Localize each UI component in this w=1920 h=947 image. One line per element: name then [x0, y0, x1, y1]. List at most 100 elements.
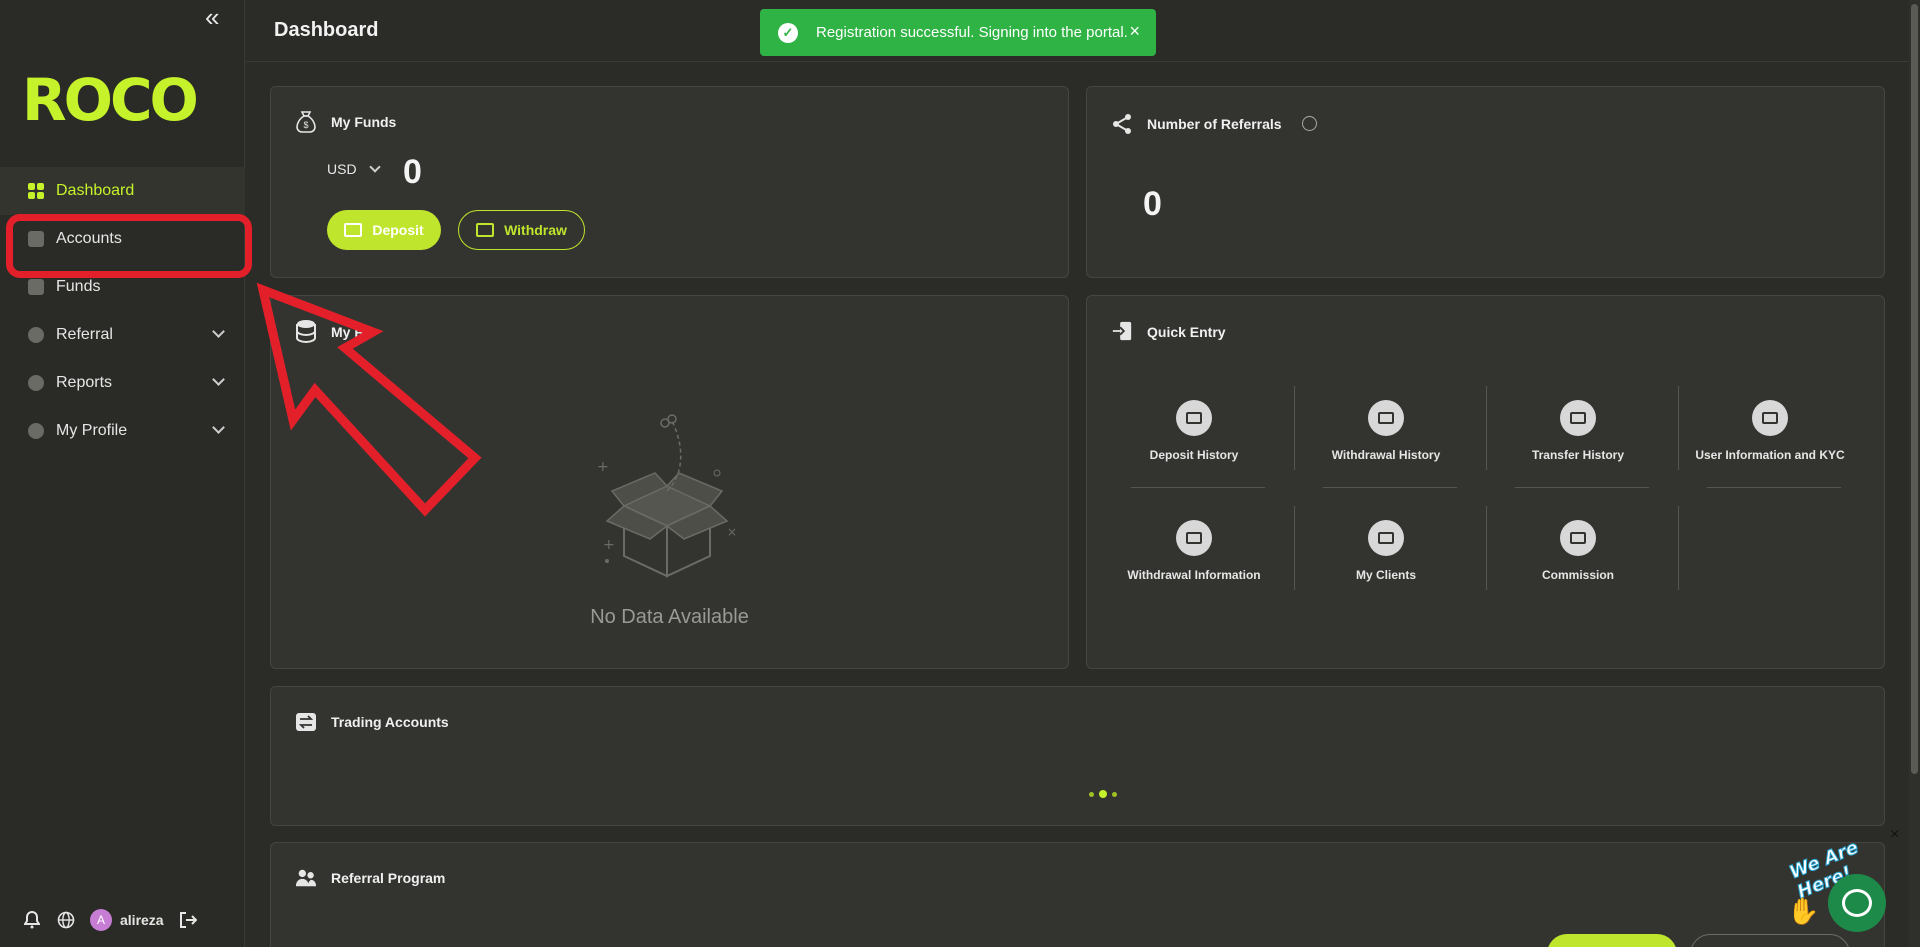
withdraw-icon: [476, 223, 495, 237]
logo: ROCO: [22, 66, 199, 134]
quick-entry-commission[interactable]: Commission: [1483, 520, 1673, 582]
chevron-down-icon: [212, 373, 225, 386]
grid-icon: [28, 183, 44, 199]
referral-icon: [28, 327, 44, 343]
svg-text:$: $: [303, 120, 308, 130]
clients-icon: [1368, 520, 1404, 556]
username: alireza: [120, 912, 164, 928]
chat-bubble-icon: [1842, 889, 1872, 917]
check-icon: ✓: [778, 22, 798, 43]
withdraw-button[interactable]: Withdraw: [458, 210, 585, 250]
sidebar-item-label: Dashboard: [56, 182, 135, 199]
quick-entry-label: User Information and KYC: [1695, 448, 1845, 462]
logout-icon[interactable]: [178, 910, 198, 930]
quick-entry-label: Withdrawal Information: [1127, 568, 1261, 582]
quick-entry-label: Deposit History: [1149, 448, 1239, 462]
referral-count: 0: [1143, 185, 1162, 223]
chat-button[interactable]: [1828, 874, 1886, 932]
avatar[interactable]: A: [90, 909, 112, 931]
referrals-card: Number of Referrals 0: [1086, 86, 1885, 278]
deposit-button[interactable]: Deposit: [327, 210, 441, 250]
sidebar-item-label: Reports: [56, 374, 113, 391]
sidebar-item-label: Funds: [56, 278, 101, 295]
divider: [1486, 386, 1487, 470]
wallet-icon: [28, 279, 44, 295]
highlight-annotation: [6, 214, 252, 278]
quick-entry-my-clients[interactable]: My Clients: [1291, 520, 1481, 582]
users-icon: [295, 867, 317, 889]
quick-entry-user-information-kyc[interactable]: User Information and KYC: [1675, 400, 1865, 462]
sidebar-nav: Dashboard Accounts Funds Referral Report…: [0, 167, 245, 455]
quick-entry-label: My Clients: [1355, 568, 1416, 582]
deposit-history-icon: [1176, 400, 1212, 436]
waving-hand-icon: ✋: [1787, 896, 1820, 926]
quick-entry-withdrawal-information[interactable]: Withdrawal Information: [1099, 520, 1289, 582]
balance-value: 0: [403, 153, 422, 191]
transfer-history-icon: [1560, 400, 1596, 436]
collapse-sidebar-button[interactable]: «: [205, 4, 231, 30]
chevron-down-icon: [212, 325, 225, 338]
page-header: Dashboard ✓ Registration successful. Sig…: [246, 0, 1909, 62]
svg-text:×: ×: [727, 525, 737, 539]
commission-icon: [1560, 520, 1596, 556]
quick-entry-label: Withdrawal History: [1331, 448, 1441, 462]
bell-icon[interactable]: [22, 910, 42, 930]
quick-entry-card: Quick Entry Deposit History Withdrawal H…: [1086, 295, 1885, 669]
globe-icon[interactable]: [56, 910, 76, 930]
card-title: Trading Accounts: [331, 714, 449, 730]
quick-entry-transfer-history[interactable]: Transfer History: [1483, 400, 1673, 462]
svg-text:+: +: [603, 537, 615, 553]
sidebar: « ROCO Dashboard Accounts Funds Referral…: [0, 0, 245, 947]
chevron-down-icon: [369, 161, 381, 173]
transfer-icon: [295, 711, 317, 733]
referral-program-card: Referral Program: [270, 842, 1885, 947]
toast-message: Registration successful. Signing into th…: [816, 24, 1128, 41]
quick-entry-label: Commission: [1541, 568, 1614, 582]
arrow-annotation-icon: [256, 282, 482, 517]
divider: [1294, 506, 1295, 590]
clock-icon[interactable]: [1302, 116, 1317, 131]
user-icon: [28, 423, 44, 439]
my-funds-card: $ My Funds USD 0 Deposit Withdraw: [270, 86, 1069, 278]
divider: [1323, 487, 1457, 488]
divider: [1515, 487, 1649, 488]
page-title: Dashboard: [274, 19, 379, 41]
divider: [1678, 506, 1679, 590]
svg-text:+: +: [597, 459, 609, 475]
withdraw-label: Withdraw: [504, 222, 567, 238]
pie-chart-icon: [28, 375, 44, 391]
card-icon: [1176, 520, 1212, 556]
withdrawal-history-icon: [1368, 400, 1404, 436]
empty-state-text: No Data Available: [590, 606, 749, 628]
card-title: Number of Referrals: [1147, 116, 1282, 132]
scroll-thumb[interactable]: [1911, 4, 1918, 774]
money-bag-icon: $: [295, 111, 317, 133]
sidebar-footer: A alireza: [22, 909, 198, 931]
deposit-label: Deposit: [372, 222, 424, 238]
referral-secondary-button[interactable]: [1690, 934, 1850, 947]
quick-entry-deposit-history[interactable]: Deposit History: [1099, 400, 1289, 462]
divider: [1294, 386, 1295, 470]
divider: [1486, 506, 1487, 590]
sidebar-item-label: Referral: [56, 326, 113, 343]
divider: [1678, 386, 1679, 470]
id-card-icon: [1752, 400, 1788, 436]
quick-entry-label: Transfer History: [1531, 448, 1625, 462]
card-title: Referral Program: [331, 870, 446, 886]
sidebar-item-referral[interactable]: Referral: [0, 311, 245, 359]
empty-box-illustration: + + ×: [597, 414, 737, 578]
divider: [1131, 487, 1265, 488]
quick-entry-withdrawal-history[interactable]: Withdrawal History: [1291, 400, 1481, 462]
referral-primary-button[interactable]: [1547, 934, 1677, 947]
scrollbar[interactable]: [1909, 0, 1920, 947]
sidebar-item-reports[interactable]: Reports: [0, 359, 245, 407]
card-title: Quick Entry: [1147, 324, 1226, 340]
trading-accounts-card: Trading Accounts: [270, 686, 1885, 826]
sidebar-item-dashboard[interactable]: Dashboard: [0, 167, 245, 215]
sidebar-item-my-profile[interactable]: My Profile: [0, 407, 245, 455]
share-icon: [1111, 113, 1133, 135]
loading-indicator: [1089, 790, 1117, 798]
toast-close-button[interactable]: ×: [1129, 21, 1140, 42]
card-title: My Funds: [331, 114, 397, 130]
currency-select[interactable]: USD: [327, 161, 357, 177]
